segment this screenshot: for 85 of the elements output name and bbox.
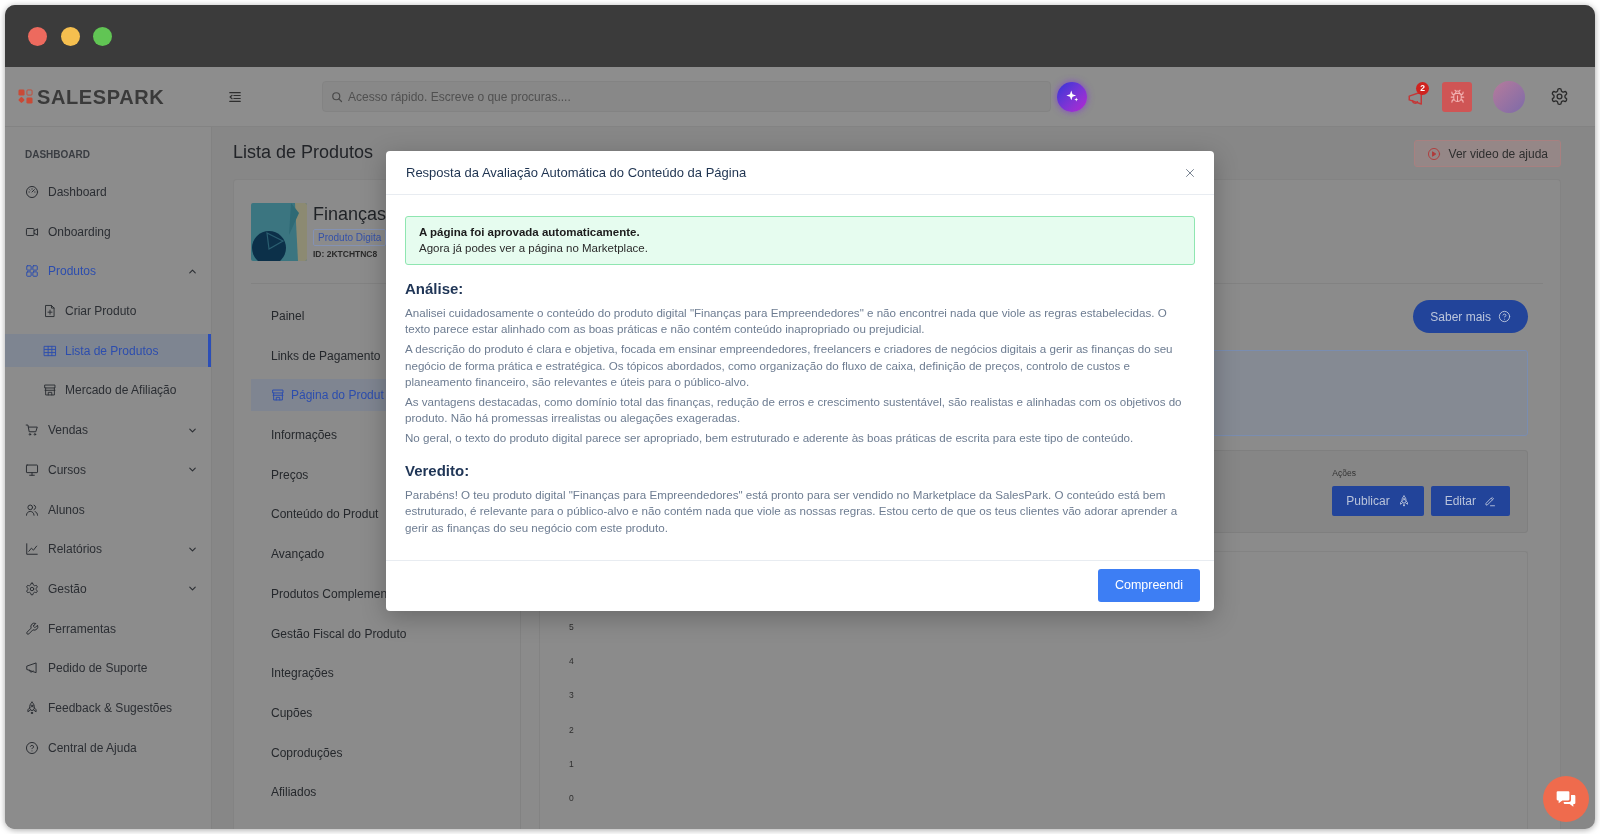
notification-badge: 2 [1416,81,1429,95]
axis-label: 3 [569,690,574,701]
sidebar-subitem[interactable]: Mercado de Afiliação [5,373,211,407]
table-icon [43,343,57,358]
help-icon [25,740,39,755]
body-paragraph: No geral, o texto do produto digital parece ser apropriado, bem estruturado e aderente às boas práticas de escrita para este tipo de conteúdo. [405,430,1135,447]
users-icon [25,502,39,517]
sidebar-item[interactable]: Feedback & Sugestões [5,691,211,725]
section-heading: Análise: [405,279,464,299]
sidebar-item[interactable]: Produtos [5,254,211,288]
axis-label: 4 [569,656,574,667]
wrench-icon [25,621,39,636]
sidebar-item[interactable]: Vendas [5,413,211,447]
window-zoom-icon[interactable] [93,26,112,46]
product-nav-item[interactable]: Integrações [251,657,338,690]
sidebar-item[interactable]: Onboarding [5,215,211,249]
product-nav-item[interactable]: Afiliados [251,776,321,809]
store-icon [43,383,57,398]
body-paragraph: Analisei cuidadosamente o conteúdo do produto digital "Finanças para Empreendedores" e não encontrei nada que viole as regras estabelecidas. O texto parece estar alinhado com as boas práticas e não contém conteúdo inapropriado ou prejudicial. [405,305,1168,338]
publish-button[interactable]: Publicar [1332,486,1424,516]
store-icon [271,388,285,403]
sparkle-button[interactable] [1057,81,1087,112]
axis-label: 5 [569,622,574,632]
sidebar-subitem[interactable]: Criar Produto [5,294,211,328]
cart-icon [25,423,39,438]
product-nav-item[interactable]: Painel [251,300,309,332]
product-nav-item[interactable]: Cupões [251,696,317,729]
monitor-icon [25,462,39,477]
product-image-drawing [251,203,307,261]
sidebar-item[interactable]: Relatórios [5,532,211,566]
bug-report-button[interactable] [1442,81,1472,112]
product-nav-item[interactable]: Gestão Fiscal do Produto [251,617,411,650]
rocket-icon [1397,495,1410,507]
sidebar-item[interactable]: Dashboard [5,175,211,209]
product-nav-item[interactable]: Informações [251,419,342,452]
sidebar-item[interactable]: Cursos [5,453,211,487]
logo-mark-icon [18,89,33,104]
body-paragraph: Parabéns! O teu produto digital "Finanças para Empreendedores" está pronto para ser vendido no Marketplace da SalesPark. O conteúdo está bem estruturado, é relevante para o público-alvo e não contém nada que viole as nossas regras. Estou certo de que os teus clientes vão adorar aprender a gerir as finanças do seu negócio com este produto. [405,486,1179,536]
axis-label: 0 [569,792,574,803]
sparkle-icon [1064,89,1080,104]
sidebar-item[interactable]: Gestão [5,572,211,606]
product-type-tag: Produto Digita [313,229,387,246]
sidebar-item[interactable]: Alunos [5,493,211,526]
pencil-icon [1484,495,1496,507]
actions-label: Ações [1332,468,1356,478]
gear-icon [25,581,39,596]
search-icon [331,90,343,103]
help-video-button[interactable]: Ver video de ajuda [1413,140,1561,167]
line-chart-icon [25,542,39,557]
window-close-icon[interactable] [28,26,47,46]
close-icon[interactable] [1184,166,1196,179]
dialog-title: Resposta da Avaliação Automática do Conteúdo da Página [406,163,747,182]
sidebar-item[interactable]: Central de Ajuda [5,731,211,765]
logo-text: SALESPARK [37,84,165,109]
gauge-icon [25,185,39,199]
product-nav-item[interactable]: Links de Pagamento [251,339,385,372]
megaphone-icon [25,661,39,676]
sidebar-item[interactable]: Pedido de Suporte [5,651,211,685]
alert-title: A página foi aprovada automaticamente. [419,225,640,240]
section-heading: Veredito: [405,460,470,481]
settings-icon[interactable] [1550,87,1569,106]
help-icon [1498,310,1511,323]
menu-icon[interactable] [227,89,243,104]
product-nav-item[interactable]: Avançado [251,538,329,571]
product-id: ID: 2KTCHTNC8 [313,249,378,260]
product-nav-item[interactable]: Preços [251,458,313,491]
grid-icon [25,264,39,279]
product-nav-item[interactable]: Coproduções [251,736,347,769]
window-minimize-icon[interactable] [60,26,80,46]
section-label: DASHBOARD [24,148,91,162]
file-plus-icon [43,304,57,319]
alert-message: Agora já podes ver a página no Marketplace. [419,241,648,256]
chat-button[interactable] [1543,776,1589,822]
axis-label: 1 [569,758,574,769]
axis-label: 2 [569,724,574,735]
confirm-button[interactable]: Compreendi [1097,568,1200,602]
learn-more-button[interactable]: Saber mais [1413,300,1528,333]
play-icon [1426,146,1441,161]
rocket-icon [25,700,39,715]
page-title: Lista de Produtos [233,140,374,164]
edit-button[interactable]: Editar [1430,486,1510,516]
sidebar-item[interactable]: Ferramentas [5,612,211,646]
product-name: Finanças [313,203,387,225]
bug-icon [1449,89,1465,104]
product-nav-item[interactable]: Conteúdo do Produt [251,498,383,531]
